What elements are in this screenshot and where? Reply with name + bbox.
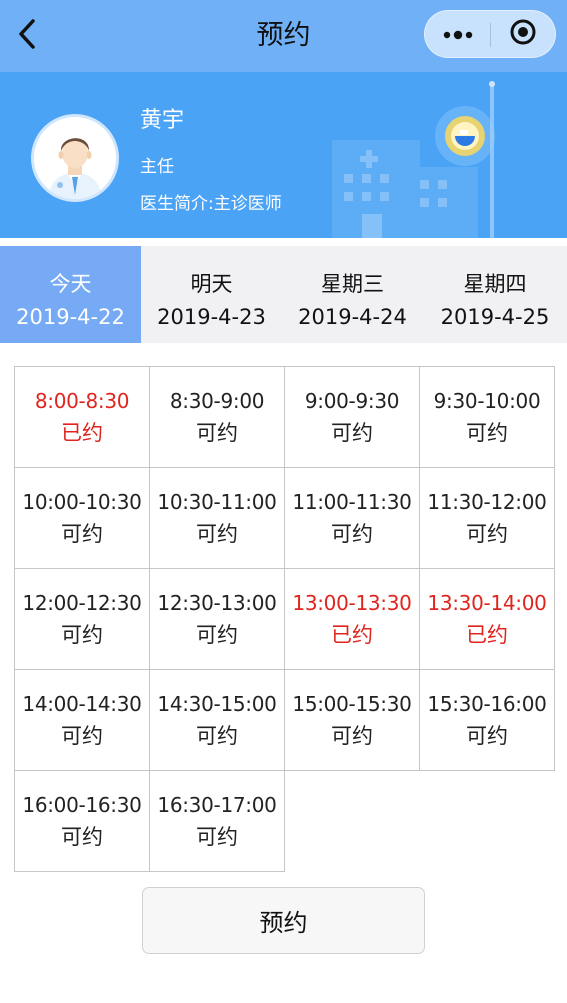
time-slot-grid: 8:00-8:30 已约 8:30-9:00 可约 9:00-9:30 可约 9:30-10… bbox=[14, 366, 555, 872]
book-button[interactable]: 预约 bbox=[142, 887, 425, 954]
time-slot-available[interactable]: 12:30-13:00 可约 bbox=[149, 568, 285, 670]
doctor-name: 黄宇 bbox=[140, 108, 185, 133]
slot-time: 8:00-8:30 bbox=[34, 388, 130, 413]
tab-date-label: 2019-4-24 bbox=[298, 305, 407, 329]
slot-time: 10:30-11:00 bbox=[157, 489, 277, 514]
time-slot-booked: 13:30-14:00 已约 bbox=[419, 568, 555, 670]
slot-status: 已约 bbox=[331, 622, 373, 647]
time-slot-booked: 8:00-8:30 已约 bbox=[14, 366, 150, 468]
slot-time: 11:30-12:00 bbox=[427, 489, 547, 514]
tab-day-label: 星期三 bbox=[321, 272, 384, 296]
slot-time: 9:30-10:00 bbox=[433, 388, 541, 413]
time-slot-available[interactable]: 15:30-16:00 可约 bbox=[419, 669, 555, 771]
slot-time: 13:00-13:30 bbox=[292, 590, 412, 615]
slot-status: 可约 bbox=[331, 723, 373, 748]
slot-status: 可约 bbox=[61, 824, 103, 849]
capsule-menu bbox=[424, 10, 556, 58]
time-slot-available[interactable]: 10:00-10:30 可约 bbox=[14, 467, 150, 569]
time-slot-available[interactable]: 10:30-11:00 可约 bbox=[149, 467, 285, 569]
tab-day-label: 星期四 bbox=[463, 272, 527, 296]
more-dots-icon bbox=[442, 25, 474, 44]
chevron-left-icon bbox=[16, 18, 38, 54]
time-slot-available[interactable]: 9:30-10:00 可约 bbox=[419, 366, 555, 468]
slot-status: 可约 bbox=[196, 521, 238, 546]
tab-date-label: 2019-4-25 bbox=[440, 305, 550, 329]
slot-time: 12:30-13:00 bbox=[157, 590, 277, 615]
tab-day-0[interactable]: 今天 2019-4-22 bbox=[0, 246, 141, 343]
slot-status: 已约 bbox=[61, 420, 103, 445]
tab-day-3[interactable]: 星期四 2019-4-25 bbox=[423, 246, 567, 343]
time-slot-booked: 13:00-13:30 已约 bbox=[284, 568, 420, 670]
tab-date-label: 2019-4-22 bbox=[16, 305, 125, 329]
time-slot-available[interactable]: 14:00-14:30 可约 bbox=[14, 669, 150, 771]
slot-time: 15:00-15:30 bbox=[292, 691, 412, 716]
slot-status: 可约 bbox=[196, 622, 238, 647]
slot-status: 可约 bbox=[331, 521, 373, 546]
navbar: 预约 bbox=[0, 0, 567, 72]
slot-status: 已约 bbox=[466, 622, 508, 647]
doctor-title: 主任 bbox=[140, 157, 174, 177]
time-slot-available[interactable]: 11:30-12:00 可约 bbox=[419, 467, 555, 569]
time-slot-available[interactable]: 8:30-9:00 可约 bbox=[149, 366, 285, 468]
close-button[interactable] bbox=[491, 11, 555, 57]
time-slot-available[interactable]: 15:00-15:30 可约 bbox=[284, 669, 420, 771]
day-tabs: 今天 2019-4-22 明天 2019-4-23 星期三 2019-4-24 星期四 201… bbox=[0, 246, 567, 343]
slot-time: 14:00-14:30 bbox=[22, 691, 142, 716]
tab-day-2[interactable]: 星期三 2019-4-24 bbox=[282, 246, 423, 343]
slot-status: 可约 bbox=[61, 622, 103, 647]
tab-day-1[interactable]: 明天 2019-4-23 bbox=[141, 246, 282, 343]
time-slot-available[interactable]: 16:30-17:00 可约 bbox=[149, 770, 285, 872]
slot-status: 可约 bbox=[61, 521, 103, 546]
back-button[interactable] bbox=[10, 18, 44, 54]
slot-time: 16:00-16:30 bbox=[22, 792, 142, 817]
time-slot-available[interactable]: 16:00-16:30 可约 bbox=[14, 770, 150, 872]
time-slot-available[interactable]: 9:00-9:30 可约 bbox=[284, 366, 420, 468]
slot-status: 可约 bbox=[196, 824, 238, 849]
slot-time: 12:00-12:30 bbox=[22, 590, 142, 615]
tab-date-label: 2019-4-23 bbox=[157, 305, 266, 329]
slot-time: 10:00-10:30 bbox=[22, 489, 142, 514]
slot-time: 9:00-9:30 bbox=[304, 388, 400, 413]
tab-day-label: 今天 bbox=[49, 272, 92, 296]
slot-time: 11:00-11:30 bbox=[292, 489, 412, 514]
slot-status: 可约 bbox=[466, 723, 508, 748]
avatar bbox=[31, 114, 119, 202]
slot-time: 14:30-15:00 bbox=[157, 691, 277, 716]
time-slot-available[interactable]: 14:30-15:00 可约 bbox=[149, 669, 285, 771]
slot-status: 可约 bbox=[331, 420, 373, 445]
slot-time: 8:30-9:00 bbox=[169, 388, 265, 413]
doctor-intro: 医生简介:主诊医师 bbox=[140, 194, 282, 214]
more-button[interactable] bbox=[425, 11, 490, 57]
slot-status: 可约 bbox=[466, 521, 508, 546]
slot-status: 可约 bbox=[61, 723, 103, 748]
slot-time: 15:30-16:00 bbox=[427, 691, 547, 716]
doctor-banner: 黄宇 主任 医生简介:主诊医师 bbox=[0, 72, 567, 238]
slot-status: 可约 bbox=[196, 420, 238, 445]
slot-time: 16:30-17:00 bbox=[157, 792, 277, 817]
target-close-icon bbox=[509, 18, 537, 50]
slot-status: 可约 bbox=[196, 723, 238, 748]
slot-time: 13:30-14:00 bbox=[427, 590, 547, 615]
tab-day-label: 明天 bbox=[190, 272, 233, 296]
time-slot-available[interactable]: 12:00-12:30 可约 bbox=[14, 568, 150, 670]
slot-status: 可约 bbox=[466, 420, 508, 445]
time-slot-available[interactable]: 11:00-11:30 可约 bbox=[284, 467, 420, 569]
